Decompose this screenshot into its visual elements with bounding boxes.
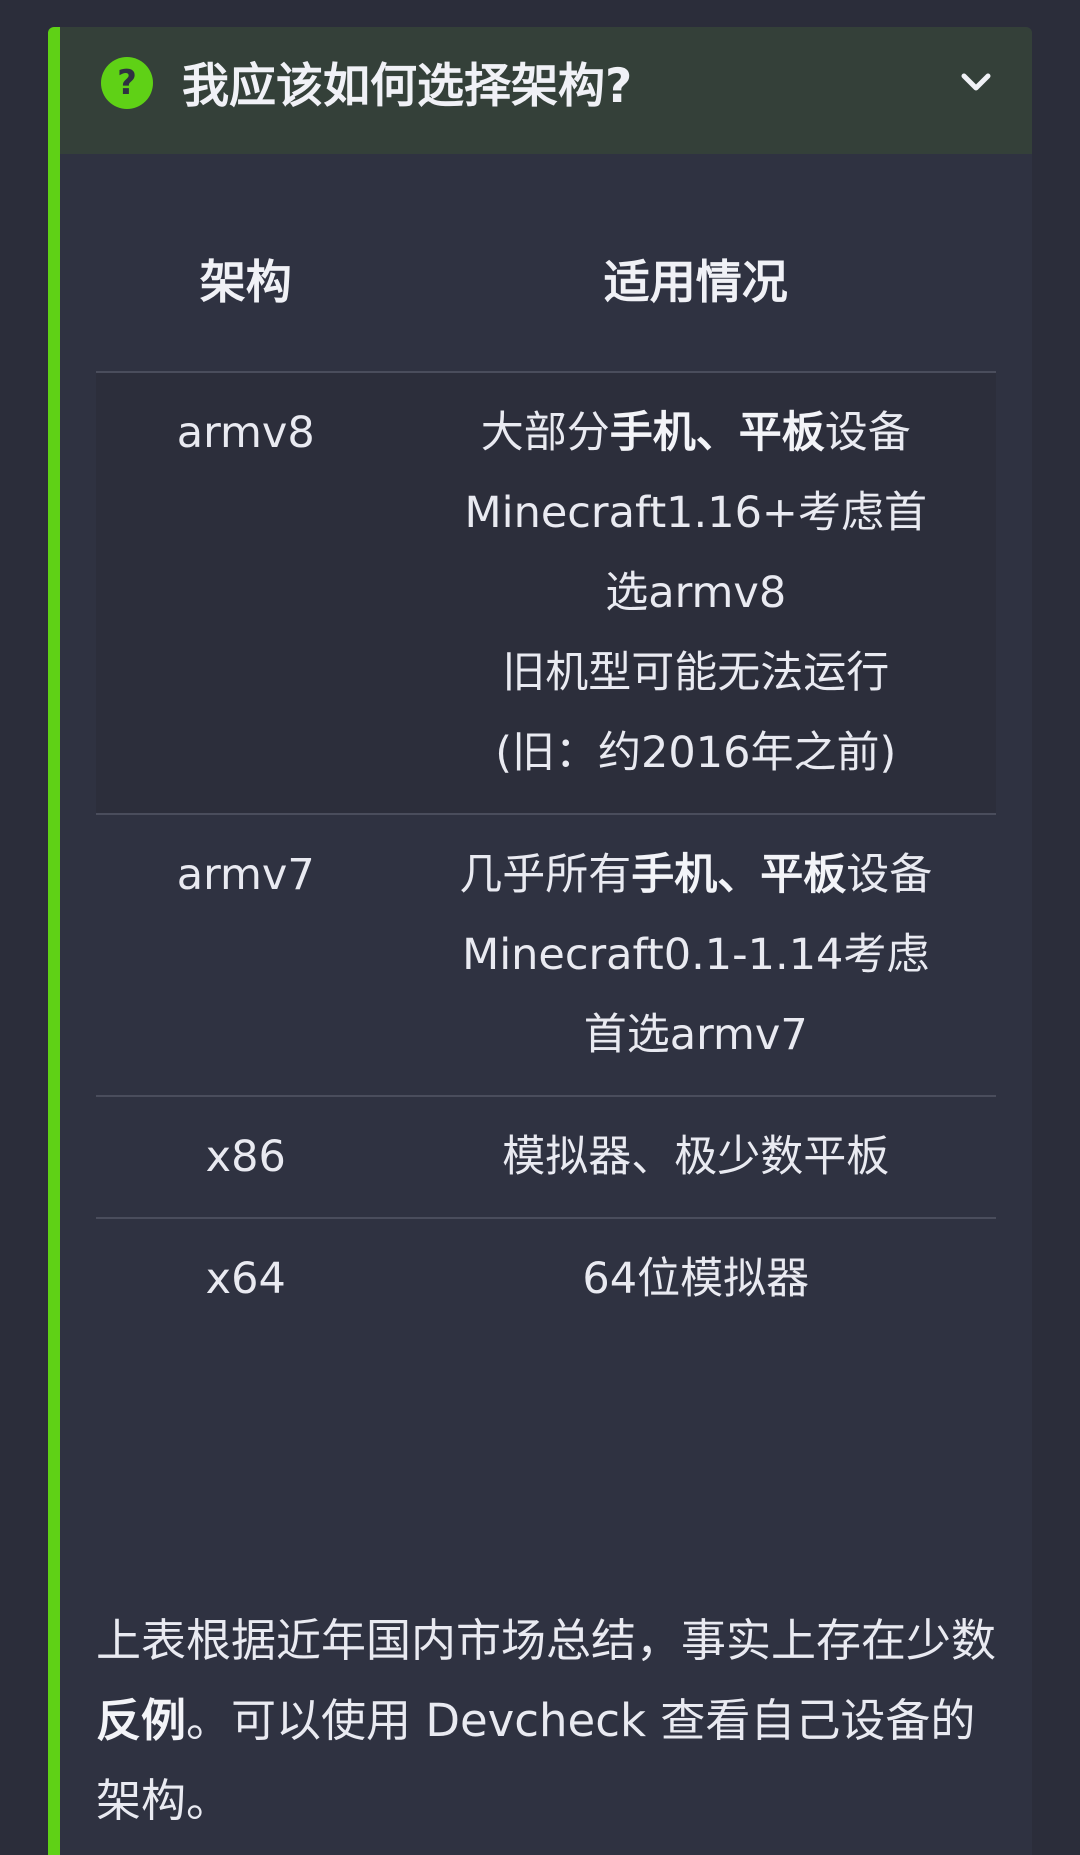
summary-text: 。可以使用 Devcheck 查看自己设备的架构。: [96, 1694, 976, 1827]
usage-line: (旧：约2016年之前): [446, 713, 946, 793]
svg-text:?: ?: [117, 63, 137, 103]
usage-text: Minecraft0.1-1.14考虑首选armv7: [462, 930, 930, 1060]
usage-line: Minecraft0.1-1.14考虑首选armv7: [446, 915, 946, 1075]
summary-paragraph: 上表根据近年国内市场总结，事实上存在少数反例。可以使用 Devcheck 查看自…: [96, 1601, 996, 1841]
usage-line: 大部分手机、平板设备: [446, 393, 946, 473]
usage-text: (旧：约2016年之前): [495, 728, 897, 778]
usage-text: 设备: [846, 850, 933, 900]
usage-line: 64位模拟器: [446, 1239, 946, 1319]
arch-cell: x64: [205, 1254, 286, 1304]
header-usage: 适用情况: [395, 187, 996, 373]
usage-text-bold: 手机、平板: [631, 850, 847, 900]
faq-title: 我应该如何选择架构?: [182, 59, 633, 114]
arch-cell: armv7: [96, 814, 396, 1097]
table-row: armv8 大部分手机、平板设备 Minecraft1.16+考虑首选armv8 旧机…: [96, 372, 996, 815]
table-row: armv7 几乎所有手机、平板设备 Minecraft0.1-1.14考虑首选arm…: [96, 814, 996, 1097]
table-row: x86 模拟器、极少数平板: [96, 1096, 996, 1219]
table-body: armv8 大部分手机、平板设备 Minecraft1.16+考虑首选armv8 旧机…: [96, 372, 996, 1339]
usage-text: 设备: [824, 408, 911, 458]
usage-text: 大部分: [480, 408, 610, 458]
table-header-row: 架构 适用情况: [96, 187, 996, 373]
faq-card: ? 我应该如何选择架构? 架构 适用情况 armv8 大部分手机、平板设备 Mine…: [48, 27, 1032, 1855]
usage-text: 模拟器、极少数平板: [502, 1132, 890, 1182]
question-circle-icon: ?: [101, 57, 153, 109]
usage-text: 几乎所有: [459, 850, 632, 900]
usage-cell: 模拟器、极少数平板: [395, 1096, 996, 1219]
faq-header[interactable]: ? 我应该如何选择架构?: [60, 27, 1032, 154]
summary-text-bold: 反例: [96, 1694, 187, 1747]
usage-line: Minecraft1.16+考虑首选armv8: [446, 473, 946, 633]
arch-cell: armv8: [96, 372, 396, 815]
usage-cell: 几乎所有手机、平板设备 Minecraft0.1-1.14考虑首选armv7: [395, 814, 996, 1097]
arch-cell: x86: [96, 1096, 396, 1219]
usage-line: 模拟器、极少数平板: [446, 1117, 946, 1197]
table-row: x64 64位模拟器: [96, 1218, 996, 1339]
usage-text: 64位模拟器: [582, 1254, 810, 1304]
architecture-table: 架构 适用情况 armv8 大部分手机、平板设备 Minecraft1.16+考虑首…: [96, 187, 996, 1339]
chevron-down-icon[interactable]: [956, 67, 996, 97]
header-arch: 架构: [96, 187, 396, 373]
usage-line: 几乎所有手机、平板设备: [446, 835, 946, 915]
usage-cell: 64位模拟器: [396, 1218, 996, 1339]
summary-text: 上表根据近年国内市场总结，事实上存在少数: [96, 1614, 997, 1667]
usage-text: 旧机型可能无法运行: [502, 648, 890, 698]
usage-line: 旧机型可能无法运行: [446, 633, 946, 713]
usage-text: Minecraft1.16+考虑首选armv8: [464, 488, 927, 618]
usage-text-bold: 手机、平板: [609, 408, 825, 458]
usage-cell: 大部分手机、平板设备 Minecraft1.16+考虑首选armv8 旧机型可能无法…: [395, 372, 996, 815]
